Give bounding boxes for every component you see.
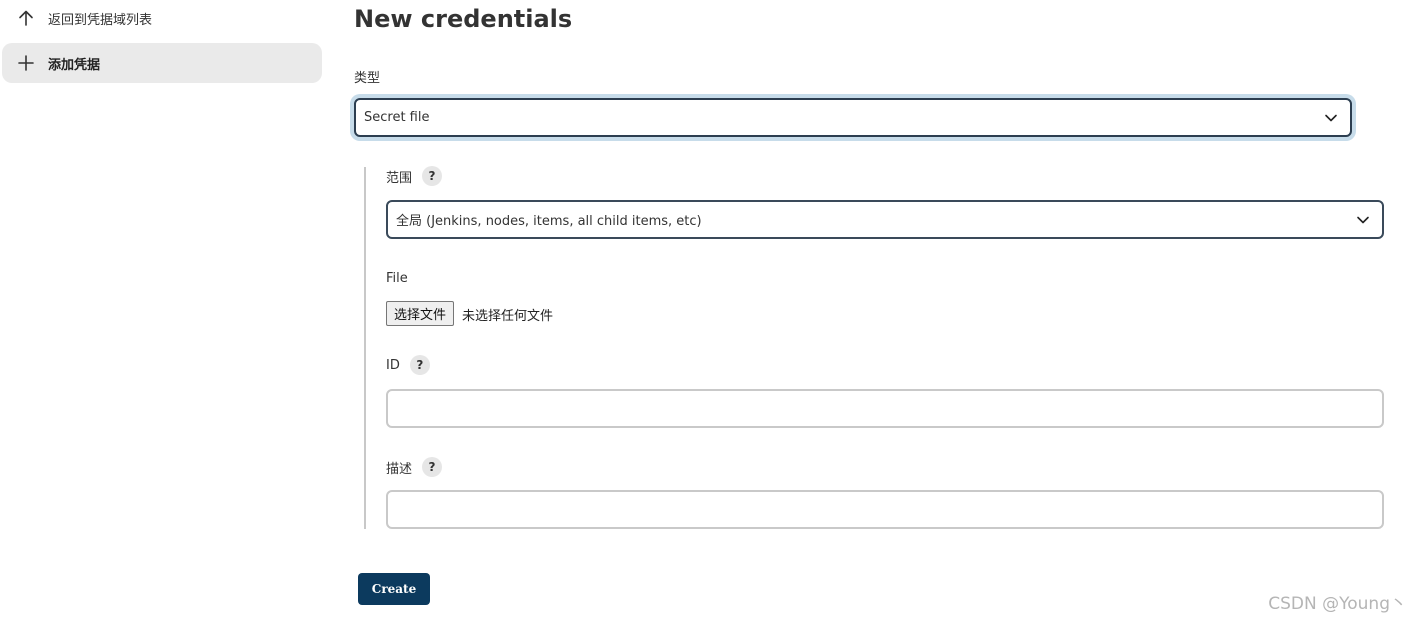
chevron-down-icon	[1357, 216, 1369, 223]
id-input[interactable]	[386, 389, 1384, 428]
description-input[interactable]	[386, 490, 1384, 529]
watermark-text: CSDN @Young丶	[1268, 594, 1407, 614]
scope-label: 范围	[386, 170, 413, 186]
plus-icon	[14, 51, 38, 75]
id-label-row: ID ?	[386, 355, 430, 375]
back-to-domains-label: 返回到凭据域列表	[48, 12, 153, 28]
nested-section-divider	[364, 167, 366, 529]
arrow-up-icon	[14, 6, 38, 30]
scope-value: 全局 (Jenkins, nodes, items, all child ite…	[396, 214, 702, 229]
description-help-icon[interactable]: ?	[422, 457, 443, 477]
scope-help-icon[interactable]: ?	[422, 166, 443, 186]
file-label: File	[386, 271, 408, 286]
scope-select[interactable]: 全局 (Jenkins, nodes, items, all child ite…	[386, 200, 1384, 239]
type-label: 类型	[354, 71, 381, 86]
add-credentials-label: 添加凭据	[48, 57, 101, 73]
description-label: 描述	[386, 461, 413, 477]
page-title: New credentials	[354, 5, 573, 33]
id-help-icon[interactable]: ?	[409, 355, 430, 375]
choose-file-button[interactable]: 选择文件	[386, 301, 455, 326]
scope-label-row: 范围 ?	[386, 166, 443, 186]
add-credentials-link[interactable]: 添加凭据	[2, 43, 322, 83]
file-status-text: 未选择任何文件	[462, 309, 554, 324]
chevron-down-icon	[1325, 114, 1337, 121]
id-label: ID	[386, 357, 400, 373]
create-button[interactable]: Create	[358, 573, 430, 605]
back-to-domains-link[interactable]: 返回到凭据域列表	[2, 0, 322, 38]
credential-type-value: Secret file	[364, 110, 430, 125]
description-label-row: 描述 ?	[386, 457, 443, 477]
credential-type-select[interactable]: Secret file	[354, 98, 1352, 137]
credentials-page: 返回到凭据域列表 添加凭据 New credentials 类型 Secret …	[0, 0, 1419, 619]
